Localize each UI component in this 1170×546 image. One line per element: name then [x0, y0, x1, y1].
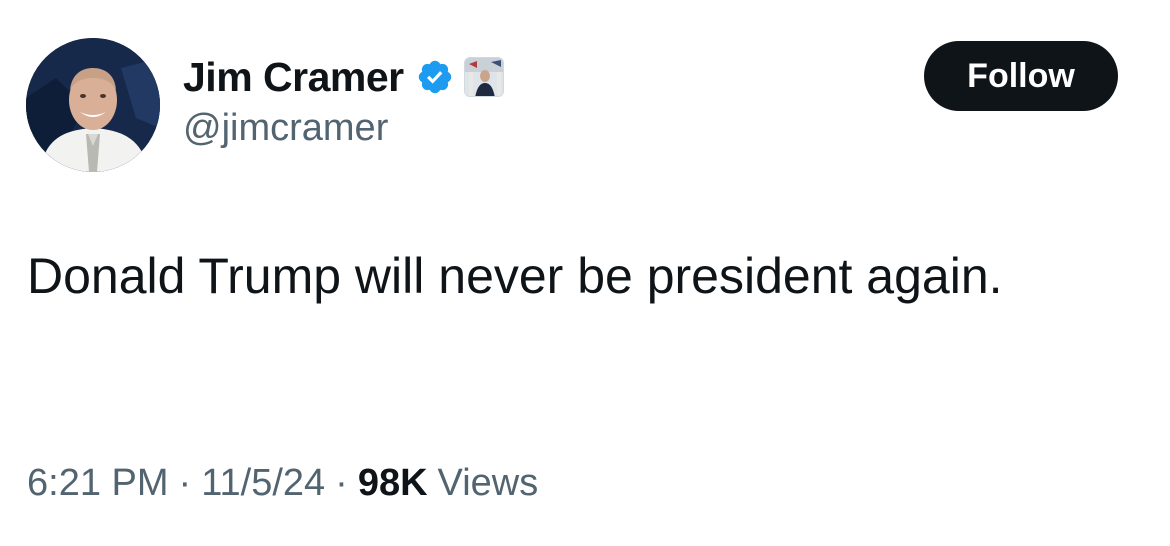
author-handle[interactable]: @jimcramer: [183, 107, 388, 150]
tweet-text: Donald Trump will never be president aga…: [27, 248, 1003, 304]
views-label: Views: [437, 462, 539, 504]
tweet-meta: 6:21 PM · 11/5/24 · 98K Views: [27, 462, 538, 505]
meta-separator: ·: [178, 462, 192, 504]
author-display-name[interactable]: Jim Cramer: [183, 54, 404, 101]
tweet-date[interactable]: 11/5/24: [201, 462, 325, 505]
verified-checkmark-icon[interactable]: [416, 58, 454, 96]
tweet-card: Jim Cramer @jimcramer Follow Donald Trum…: [0, 0, 1170, 546]
views-count[interactable]: 98K: [358, 462, 428, 505]
avatar-image: [26, 38, 160, 172]
meta-separator: ·: [335, 462, 348, 504]
affiliate-badge[interactable]: [463, 57, 504, 97]
tweet-time[interactable]: 6:21 PM: [27, 462, 169, 505]
author-name-row: Jim Cramer: [183, 52, 504, 102]
follow-button[interactable]: Follow: [924, 41, 1118, 111]
avatar[interactable]: [26, 38, 160, 172]
